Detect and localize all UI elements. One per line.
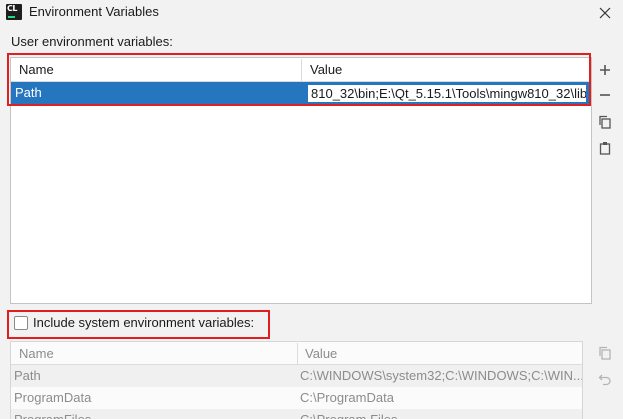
cell-value: C:\ProgramData xyxy=(300,390,394,405)
user-variables-label: User environment variables: xyxy=(11,34,173,49)
plus-icon xyxy=(600,65,610,75)
system-column-header-value: Value xyxy=(305,346,338,361)
close-icon xyxy=(599,7,611,19)
table-row: ProgramFiles C:\Program Files xyxy=(11,409,582,419)
table-row: Path C:\WINDOWS\system32;C:\WINDOWS;C:\W… xyxy=(11,365,582,387)
cell-name: ProgramFiles xyxy=(14,409,91,419)
copy-icon xyxy=(599,115,611,129)
system-table-header: Name Value xyxy=(11,342,582,365)
clion-app-icon: CL xyxy=(6,4,22,20)
cell-value: C:\Program Files xyxy=(300,409,398,419)
close-button[interactable] xyxy=(596,4,614,22)
cell-name: ProgramData xyxy=(14,390,92,405)
system-column-header-name: Name xyxy=(19,346,54,361)
highlight-box-table xyxy=(7,53,591,106)
table-row: ProgramData C:\ProgramData xyxy=(11,387,582,409)
undo-icon xyxy=(598,374,611,386)
title-bar: CL Environment Variables xyxy=(0,0,623,26)
cell-name: Path xyxy=(14,368,41,383)
copy-system-variable-button xyxy=(594,343,616,363)
paste-icon xyxy=(599,142,611,155)
add-variable-button[interactable] xyxy=(594,60,616,80)
minus-icon xyxy=(600,94,610,96)
copy-variable-button[interactable] xyxy=(594,112,616,132)
column-divider xyxy=(297,343,298,364)
copy-icon xyxy=(599,346,611,360)
restore-system-variable-button xyxy=(594,369,616,389)
window-title: Environment Variables xyxy=(29,4,159,19)
paste-variable-button[interactable] xyxy=(594,138,616,158)
cell-value: C:\WINDOWS\system32;C:\WINDOWS;C:\WIN... xyxy=(300,368,583,383)
highlight-box-checkbox xyxy=(7,310,270,339)
system-variables-table: Name Value Path C:\WINDOWS\system32;C:\W… xyxy=(10,341,583,419)
remove-variable-button[interactable] xyxy=(594,85,616,105)
